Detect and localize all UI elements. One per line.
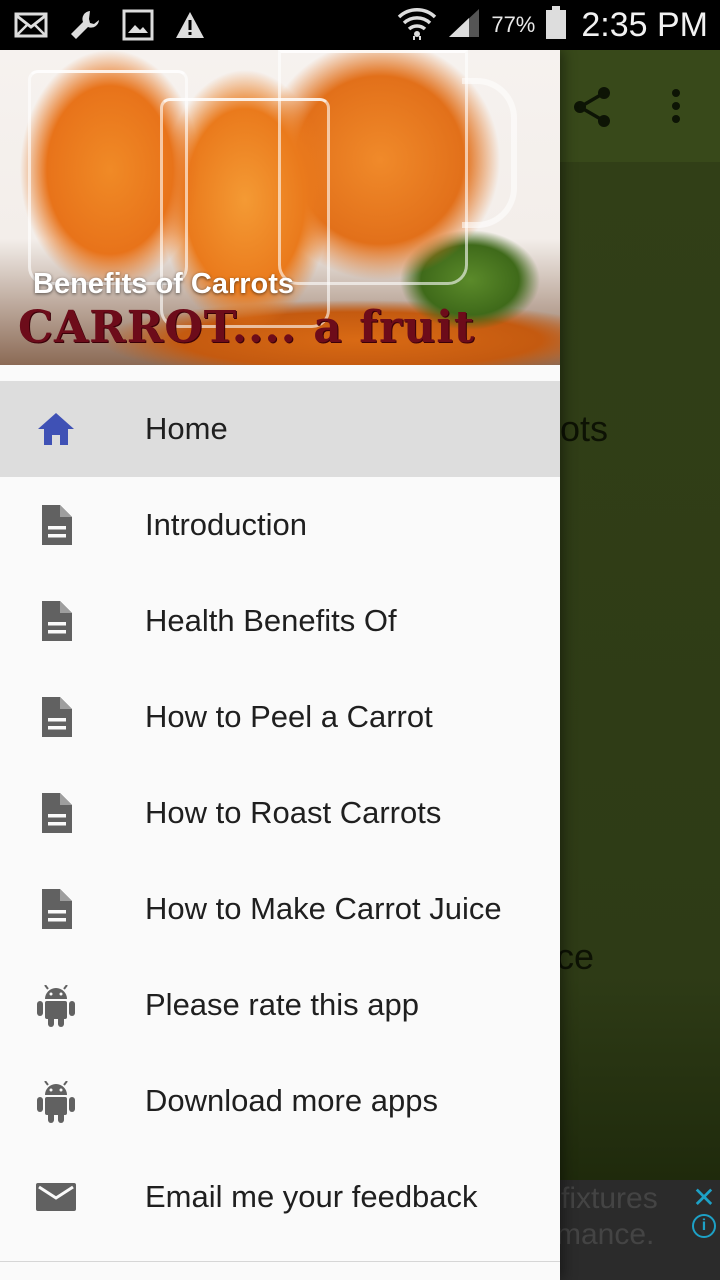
warning-icon — [174, 10, 206, 40]
email-icon — [36, 1177, 76, 1217]
menu-item-carrot-juice[interactable]: How to Make Carrot Juice — [0, 861, 560, 957]
menu-item-rate-app[interactable]: Please rate this app — [0, 957, 560, 1053]
drawer-header-title: Benefits of Carrots — [33, 268, 295, 300]
battery-icon — [545, 5, 567, 45]
menu-item-label: Email me your feedback — [145, 1179, 478, 1214]
drawer-menu: Home Introduction Health Benefits Of How… — [0, 381, 560, 1245]
ad-text-line[interactable]: rmance. — [546, 1218, 654, 1252]
menu-item-health-benefits[interactable]: Health Benefits Of — [0, 573, 560, 669]
document-icon — [36, 601, 76, 641]
menu-item-email-feedback[interactable]: Email me your feedback — [0, 1149, 560, 1245]
menu-item-peel-carrot[interactable]: How to Peel a Carrot — [0, 669, 560, 765]
drawer-header-image: Benefits of Carrots CARROT.... a fruit — [0, 50, 560, 365]
menu-item-label: Health Benefits Of — [145, 603, 397, 638]
document-icon — [36, 505, 76, 545]
menu-item-roast-carrots[interactable]: How to Roast Carrots — [0, 765, 560, 861]
pitcher-handle-image — [462, 78, 517, 228]
clock: 2:35 PM — [581, 5, 708, 44]
android-icon — [36, 1080, 76, 1123]
menu-item-home[interactable]: Home — [0, 381, 560, 477]
juice-pitcher-image — [278, 50, 468, 285]
header-logo-text: CARROT.... a fruit — [18, 302, 476, 353]
battery-percent: 77% — [491, 12, 536, 37]
menu-item-more-apps[interactable]: Download more apps — [0, 1053, 560, 1149]
ad-text-line[interactable]: l fixtures — [546, 1182, 658, 1216]
share-icon[interactable] — [572, 86, 612, 133]
android-icon — [36, 984, 76, 1027]
wrench-icon — [68, 8, 102, 42]
menu-item-label: How to Make Carrot Juice — [145, 891, 502, 926]
ad-close-icon[interactable]: ✕ — [690, 1184, 718, 1212]
menu-item-label: How to Roast Carrots — [145, 795, 442, 830]
menu-item-label: Introduction — [145, 507, 307, 542]
menu-item-label: Download more apps — [145, 1083, 438, 1118]
menu-item-label: How to Peel a Carrot — [145, 699, 433, 734]
mail-icon — [14, 11, 48, 39]
divider — [0, 1261, 560, 1262]
wifi-icon — [397, 5, 437, 46]
status-bar: 77% 2:35 PM — [0, 0, 720, 50]
document-icon — [36, 889, 76, 929]
document-icon — [36, 697, 76, 737]
signal-icon — [447, 7, 481, 44]
menu-item-label: Please rate this app — [145, 987, 420, 1022]
navigation-drawer: Benefits of Carrots CARROT.... a fruit H… — [0, 50, 560, 1280]
ad-info-icon[interactable]: i — [692, 1214, 716, 1238]
menu-item-introduction[interactable]: Introduction — [0, 477, 560, 573]
image-icon — [122, 9, 154, 41]
home-icon — [36, 409, 76, 449]
more-vert-icon[interactable] — [668, 88, 684, 129]
menu-item-label: Home — [145, 411, 228, 446]
document-icon — [36, 793, 76, 833]
